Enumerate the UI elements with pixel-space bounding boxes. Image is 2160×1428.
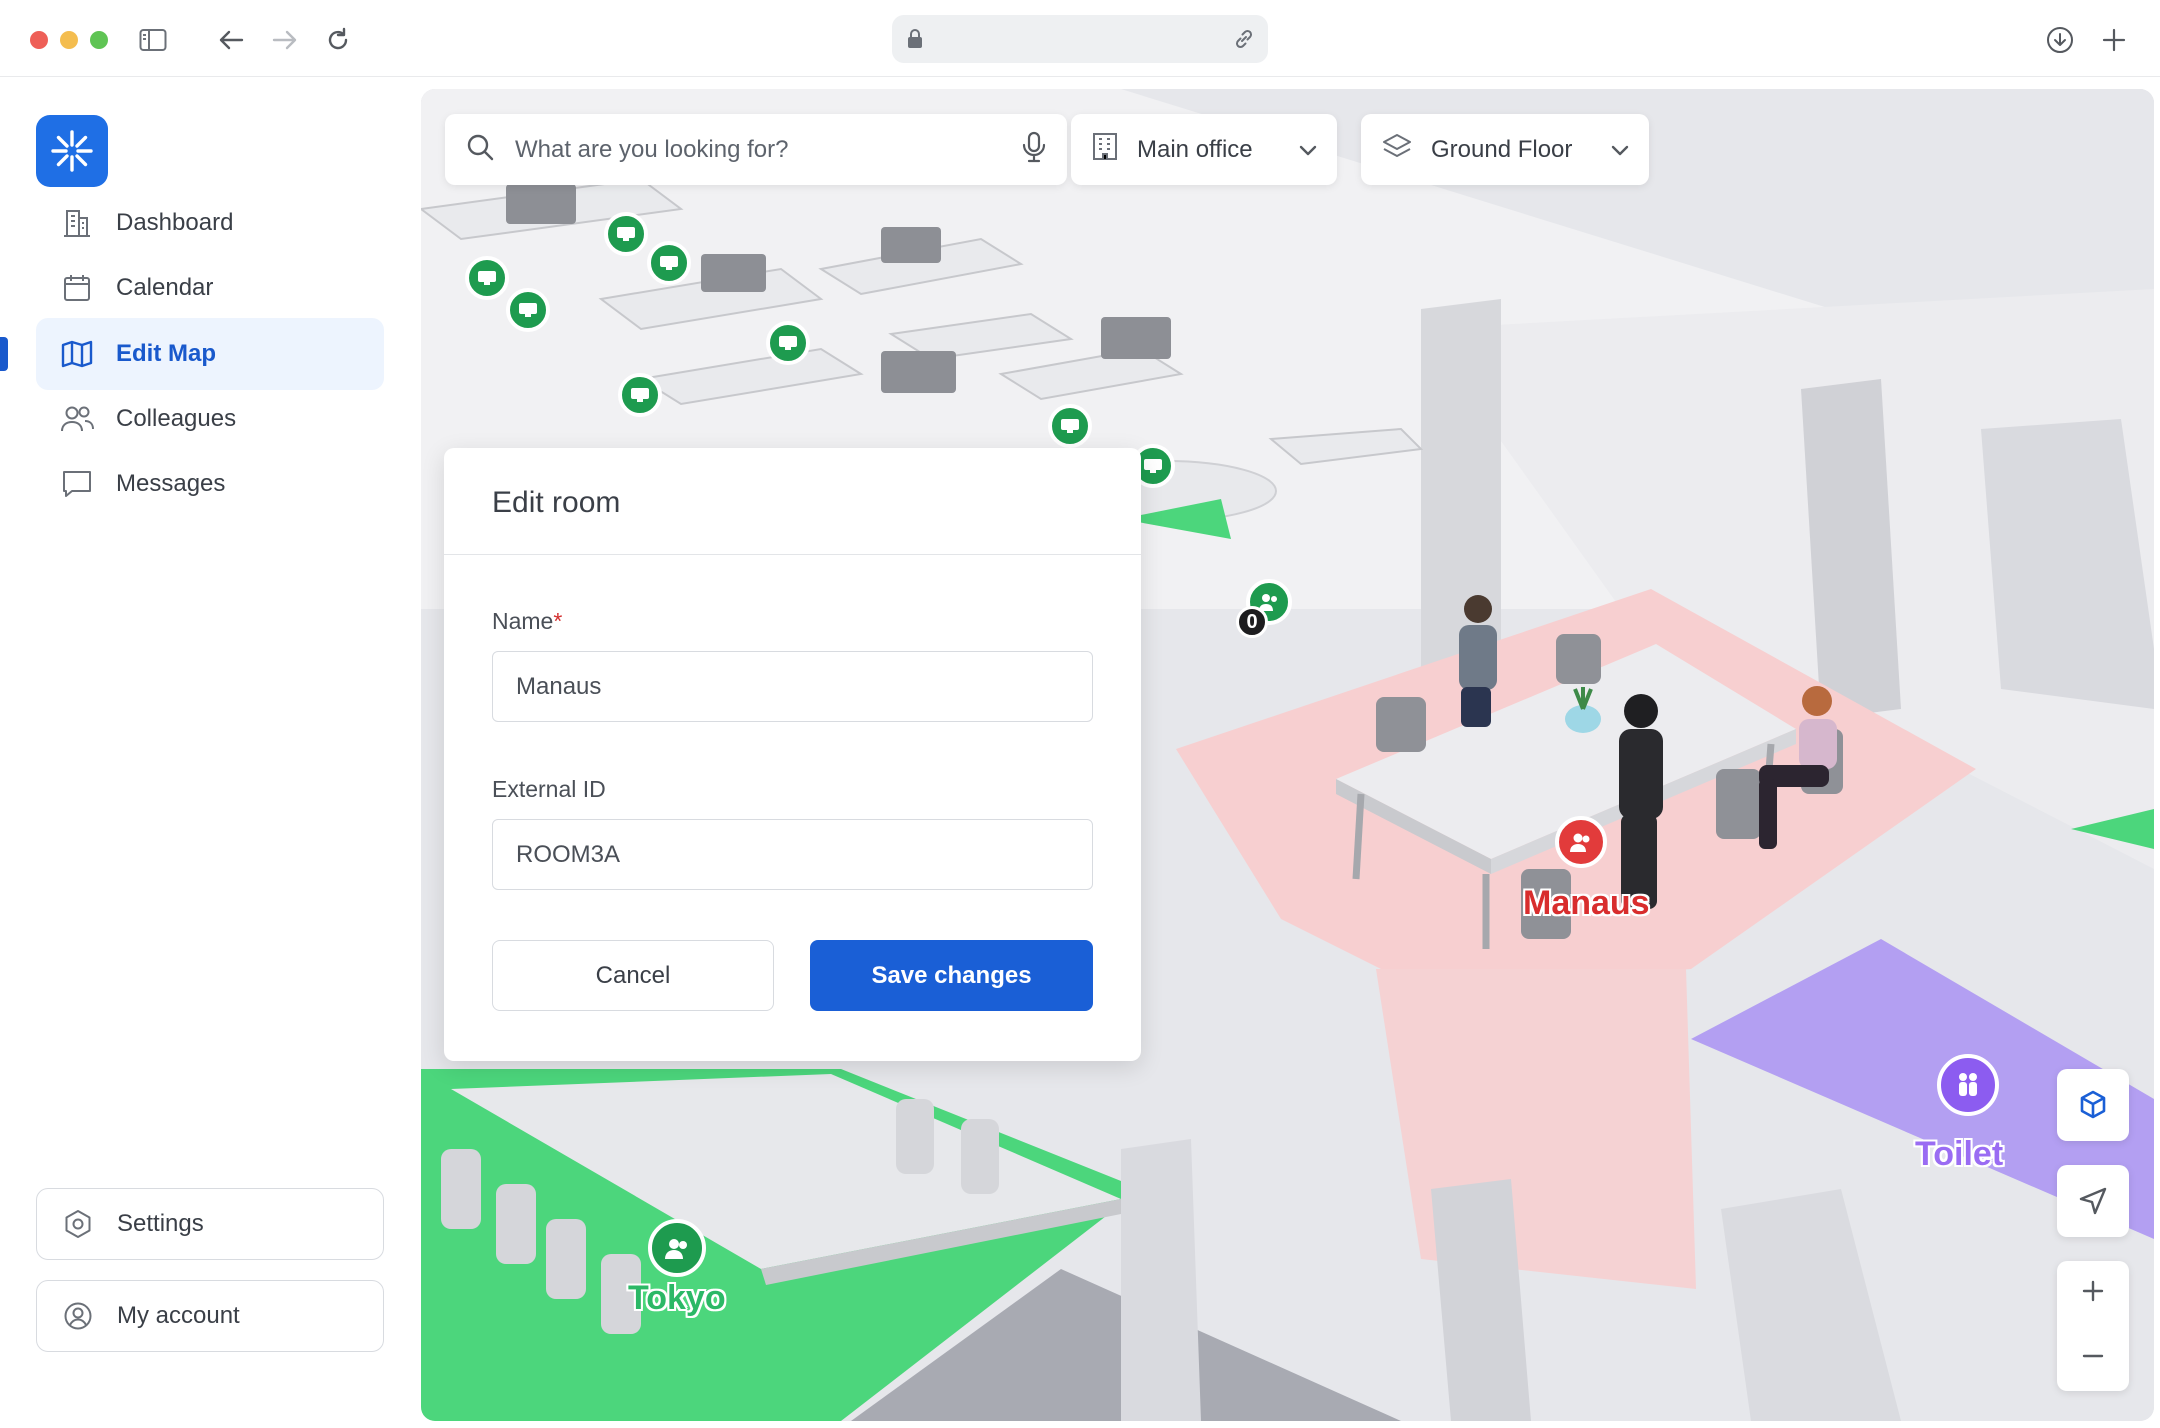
sparkle-logo-icon [51, 130, 93, 172]
download-icon[interactable] [2040, 20, 2080, 60]
message-icon [60, 467, 94, 501]
user-circle-icon [61, 1299, 95, 1333]
maximize-window-button[interactable] [90, 31, 108, 49]
edit-room-dialog: Edit room Name* Manaus External ID ROOM3… [444, 448, 1141, 1061]
calendar-icon [60, 271, 94, 305]
locate-button[interactable] [2057, 1165, 2129, 1237]
external-id-input[interactable]: ROOM3A [492, 819, 1093, 890]
reload-icon[interactable] [318, 20, 358, 60]
name-input[interactable]: Manaus [492, 651, 1093, 722]
sidebar-item-label: Colleagues [116, 405, 237, 432]
room-marker-selected-icon[interactable] [1555, 816, 1607, 868]
room-label-toilet[interactable]: Toilet [1915, 1135, 2003, 1174]
map-icon [60, 337, 94, 371]
sidebar-item-label: Calendar [116, 274, 214, 301]
link-icon[interactable] [1232, 27, 1256, 56]
active-nav-indicator [0, 337, 8, 371]
office-select-value: Main office [1137, 135, 1253, 163]
sidebar-item-calendar[interactable]: Calendar [36, 252, 384, 324]
building-icon [1091, 131, 1119, 168]
layers-icon [1381, 132, 1413, 167]
sidebar-toggle-icon[interactable] [133, 20, 173, 60]
floor-select[interactable]: Ground Floor [1361, 114, 1649, 185]
name-label-text: Name [492, 608, 554, 634]
chevron-down-icon [1299, 136, 1317, 164]
desk-marker-icon[interactable] [465, 256, 509, 300]
settings-hexagon-icon [61, 1207, 95, 1241]
my-account-label: My account [117, 1302, 240, 1329]
toilet-marker-icon[interactable] [1937, 1054, 1999, 1116]
desk-marker-icon[interactable] [618, 373, 662, 417]
navigation-arrow-icon [2079, 1187, 2107, 1215]
lock-icon [906, 28, 924, 55]
name-field-label: Name* [492, 608, 562, 635]
back-arrow-icon[interactable] [211, 20, 251, 60]
forward-arrow-icon[interactable] [265, 20, 305, 60]
address-bar[interactable] [892, 15, 1268, 63]
sidebar-item-dashboard[interactable]: Dashboard [36, 187, 384, 259]
chevron-down-icon [1611, 136, 1629, 164]
desk-marker-icon[interactable] [506, 288, 550, 332]
zoom-in-icon[interactable] [2082, 1280, 2104, 1307]
app-logo[interactable] [36, 115, 108, 187]
room-label-tokyo[interactable]: Tokyo [628, 1279, 726, 1318]
desk-marker-icon[interactable] [766, 321, 810, 365]
dialog-title: Edit room [444, 448, 1141, 555]
zoom-out-icon[interactable] [2082, 1345, 2104, 1372]
search-input[interactable]: What are you looking for? [515, 136, 1001, 164]
my-account-button[interactable]: My account [36, 1280, 384, 1352]
floor-select-value: Ground Floor [1431, 135, 1573, 163]
building-icon [60, 206, 94, 240]
sidebar-item-label: Messages [116, 470, 226, 497]
search-icon [465, 132, 495, 167]
map-search-bar[interactable]: What are you looking for? [445, 114, 1067, 185]
desk-marker-icon[interactable] [1048, 404, 1092, 448]
browser-toolbar [0, 0, 2160, 77]
microphone-icon[interactable] [1021, 131, 1047, 168]
room-marker-icon[interactable] [648, 1219, 706, 1277]
minimize-window-button[interactable] [60, 31, 78, 49]
external-id-label: External ID [492, 776, 606, 802]
save-changes-button[interactable]: Save changes [810, 940, 1093, 1011]
settings-label: Settings [117, 1210, 204, 1237]
desk-marker-icon[interactable] [647, 241, 691, 285]
desk-marker-icon[interactable] [604, 212, 648, 256]
sidebar-item-colleagues[interactable]: Colleagues [36, 383, 384, 455]
sidebar-item-label: Dashboard [116, 209, 234, 236]
required-asterisk: * [553, 608, 563, 634]
office-select[interactable]: Main office [1071, 114, 1337, 185]
room-label-manaus[interactable]: Manaus [1523, 884, 1650, 923]
new-tab-icon[interactable] [2094, 20, 2134, 60]
occupancy-count-badge: 0 [1236, 606, 1268, 638]
people-icon [60, 402, 94, 436]
sidebar: Dashboard Calendar Edit Map Colleagues M… [0, 77, 420, 1428]
sidebar-item-label: Edit Map [116, 340, 216, 367]
zoom-controls [2057, 1261, 2129, 1391]
close-window-button[interactable] [30, 31, 48, 49]
3d-view-button[interactable] [2057, 1069, 2129, 1141]
sidebar-item-messages[interactable]: Messages [36, 448, 384, 520]
settings-button[interactable]: Settings [36, 1188, 384, 1260]
cube-icon [2080, 1090, 2106, 1119]
cancel-button[interactable]: Cancel [492, 940, 774, 1011]
sidebar-item-edit-map[interactable]: Edit Map [36, 318, 384, 390]
